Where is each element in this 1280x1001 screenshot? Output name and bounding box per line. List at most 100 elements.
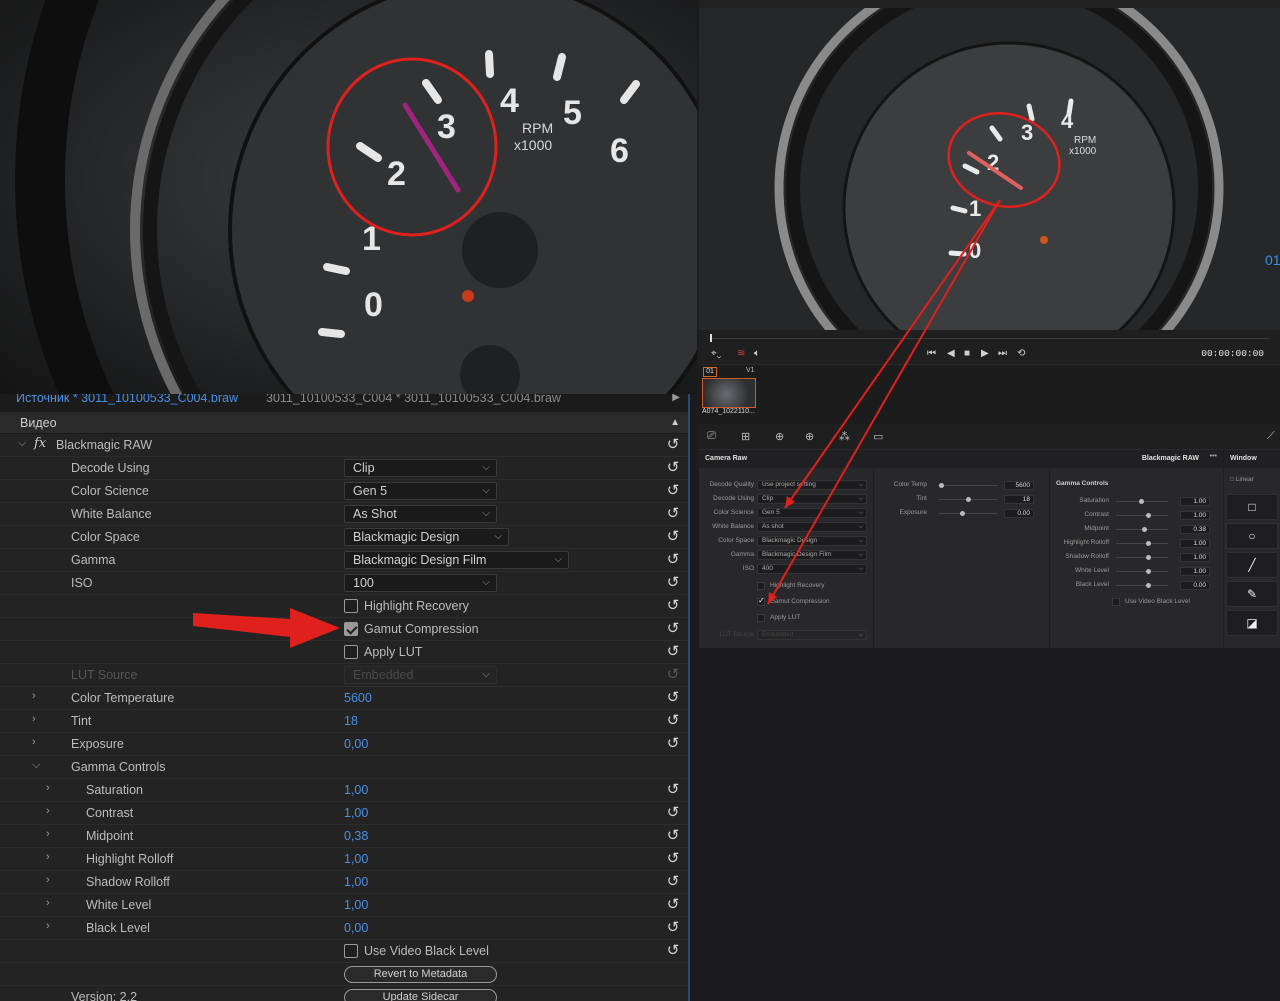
effect-header[interactable]: ⌵ fx Blackmagic RAW ↺ <box>0 434 688 457</box>
play-icon[interactable]: ▶ <box>981 348 989 359</box>
use-video-black-level-checkbox[interactable] <box>344 944 358 958</box>
playhead[interactable] <box>710 334 712 342</box>
tint-value[interactable]: 18 <box>344 714 358 728</box>
speaker-icon[interactable]: 🔈︎ <box>754 348 760 359</box>
reset-icon[interactable]: ↺ <box>664 804 682 822</box>
black-level-value[interactable]: 0,00 <box>344 921 368 935</box>
slider-track[interactable] <box>1116 557 1168 558</box>
reset-icon[interactable]: ↺ <box>664 873 682 891</box>
resolve-checkbox[interactable] <box>757 614 765 622</box>
resolve-select[interactable]: Gen 5 ⌵ <box>757 508 867 518</box>
reset-icon[interactable]: ↺ <box>664 942 682 960</box>
slider-knob[interactable] <box>1141 527 1147 532</box>
value-field[interactable]: 0.38 <box>1180 525 1210 534</box>
color-space-select[interactable]: Blackmagic Design ⌵ <box>344 528 509 546</box>
reset-icon[interactable]: ↺ <box>664 459 682 477</box>
highlight-rolloff-value[interactable]: 1,00 <box>344 852 368 866</box>
resolve-select[interactable]: Use project setting ⌵ <box>757 480 867 490</box>
slider-knob[interactable] <box>1146 541 1151 546</box>
value-field[interactable]: 1.00 <box>1180 497 1210 506</box>
chevron-right-icon[interactable]: › <box>32 736 36 748</box>
reset-icon[interactable]: ↺ <box>664 505 682 523</box>
chevron-right-icon[interactable]: › <box>32 713 36 725</box>
window-gradient-button[interactable]: ◪ <box>1226 610 1278 636</box>
slider-track[interactable] <box>1116 515 1168 516</box>
slider-knob[interactable] <box>1146 583 1151 588</box>
skip-forward-icon[interactable]: ⏭︎ <box>998 348 1007 359</box>
reset-icon[interactable]: ↺ <box>664 482 682 500</box>
iso-select[interactable]: 100 ⌵ <box>344 574 497 592</box>
color-temperature-value[interactable]: 5600 <box>344 691 372 705</box>
color-match-icon[interactable]: ⊞ <box>741 430 750 443</box>
reset-icon[interactable]: ↺ <box>664 827 682 845</box>
value-field[interactable]: 0.00 <box>1180 581 1210 590</box>
more-icon[interactable]: ••• <box>1210 453 1217 460</box>
fx-icon[interactable]: fx <box>34 436 46 451</box>
slider-track[interactable] <box>1116 571 1168 572</box>
window-pen-button[interactable]: ✎ <box>1226 581 1278 607</box>
saturation-value[interactable]: 1,00 <box>344 783 368 797</box>
value-field[interactable]: 1.00 <box>1180 567 1210 576</box>
chevron-right-icon[interactable]: › <box>46 874 50 886</box>
gamut-compression-checkbox[interactable] <box>344 622 358 636</box>
reset-icon[interactable]: ↺ <box>664 850 682 868</box>
linear-toggle[interactable]: □ Linear <box>1230 476 1254 483</box>
chevron-right-icon[interactable]: › <box>46 828 50 840</box>
update-sidecar-button[interactable]: Update Sidecar <box>344 989 497 1001</box>
window-circle-button[interactable]: ○ <box>1226 523 1278 549</box>
value-field[interactable]: 5600 <box>1004 481 1034 490</box>
camera-raw-icon[interactable]: ⎚ <box>707 430 716 443</box>
slider-knob[interactable] <box>966 497 971 502</box>
expand-icon[interactable]: ⟋ <box>1267 430 1275 443</box>
motion-effects-icon[interactable]: ⁂ <box>839 430 850 443</box>
chevron-right-icon[interactable]: › <box>46 782 50 794</box>
gamma-select[interactable]: Blackmagic Design Film ⌵ <box>344 551 569 569</box>
reset-icon[interactable]: ↺ <box>664 620 682 638</box>
resolve-select[interactable]: Blackmagic Design ⌵ <box>757 536 867 546</box>
contrast-value[interactable]: 1,00 <box>344 806 368 820</box>
window-square-button[interactable]: □ <box>1226 494 1278 520</box>
chevron-right-icon[interactable]: › <box>46 805 50 817</box>
slider-track[interactable] <box>938 513 998 514</box>
chevron-down-icon[interactable]: ⌵ <box>18 437 26 450</box>
window-line-button[interactable]: ╱ <box>1226 552 1278 578</box>
rgb-mixer-icon[interactable]: ⊕ <box>805 430 814 443</box>
tab-sequence-clip[interactable]: 3011_10100533_C004 * 3011_10100533_C004.… <box>266 394 561 405</box>
reset-icon[interactable]: ↺ <box>664 574 682 592</box>
resolve-checkbox[interactable] <box>757 582 765 590</box>
reset-icon[interactable]: ↺ <box>664 896 682 914</box>
scroll-up-icon[interactable]: ▲ <box>670 412 680 434</box>
highlight-recovery-checkbox[interactable] <box>344 599 358 613</box>
slider-knob[interactable] <box>960 511 965 516</box>
reset-icon[interactable]: ↺ <box>664 781 682 799</box>
resolve-select[interactable]: Blackmagic Design Film ⌵ <box>757 550 867 560</box>
reset-icon[interactable]: ↺ <box>664 689 682 707</box>
midpoint-value[interactable]: 0,38 <box>344 829 368 843</box>
value-field[interactable]: 18 <box>1004 495 1034 504</box>
chevron-right-icon[interactable]: › <box>46 920 50 932</box>
value-field[interactable]: 1.00 <box>1180 511 1210 520</box>
color-science-select[interactable]: Gen 5 ⌵ <box>344 482 497 500</box>
play-icon[interactable]: ▶ <box>672 394 680 403</box>
white-balance-select[interactable]: As Shot ⌵ <box>344 505 497 523</box>
reverse-play-icon[interactable]: ◀ <box>947 348 955 359</box>
timeline-scrubber[interactable] <box>709 338 1269 339</box>
revert-to-metadata-button[interactable]: Revert to Metadata <box>344 966 497 983</box>
resolve-checkbox[interactable] <box>757 596 765 606</box>
value-field[interactable]: 1.00 <box>1180 553 1210 562</box>
reset-icon[interactable]: ↺ <box>664 551 682 569</box>
clip-thumbnail[interactable] <box>702 378 756 408</box>
slider-knob[interactable] <box>1146 569 1151 574</box>
loop-icon[interactable]: ⟲ <box>1017 348 1025 359</box>
slider-knob[interactable] <box>1138 499 1144 504</box>
slider-track[interactable] <box>938 485 998 486</box>
tab-source[interactable]: Источник * 3011_10100533_C004.braw <box>16 394 238 405</box>
reset-icon[interactable]: ↺ <box>664 919 682 937</box>
stop-icon[interactable]: ■ <box>964 348 970 359</box>
color-wheels-icon[interactable]: ⊕ <box>775 430 784 443</box>
reset-icon[interactable]: ↺ <box>664 643 682 661</box>
apply-lut-checkbox[interactable] <box>344 645 358 659</box>
chevron-right-icon[interactable]: › <box>46 851 50 863</box>
chevron-right-icon[interactable]: › <box>32 690 36 702</box>
decode-using-select[interactable]: Clip ⌵ <box>344 459 497 477</box>
